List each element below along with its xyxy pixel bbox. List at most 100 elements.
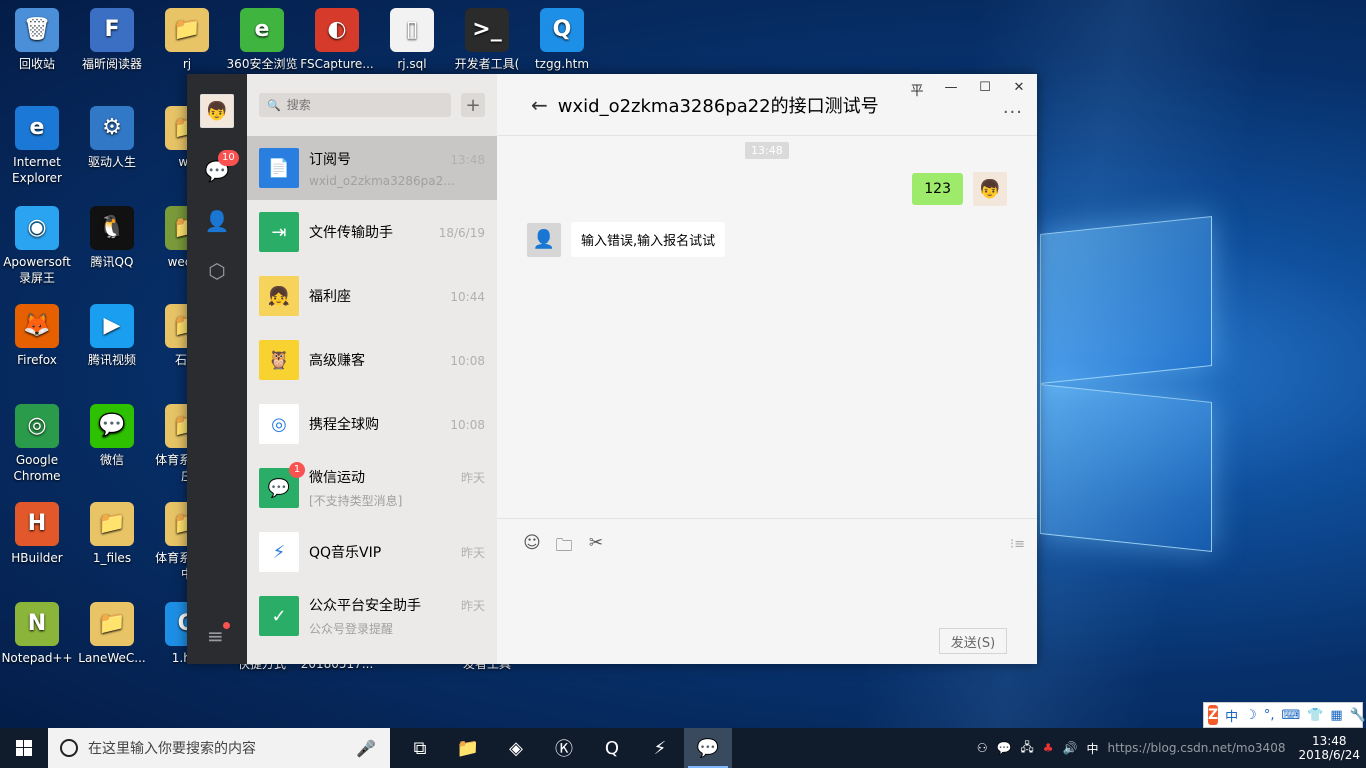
taskbar-task-view[interactable]: ⧉	[396, 728, 444, 768]
chat-avatar: ⚡	[259, 532, 299, 572]
ime-language-toggle[interactable]: 中	[1225, 706, 1238, 725]
received-message-bubble[interactable]: 输入错误,输入报名试试	[571, 222, 726, 257]
clock[interactable]: 13:48 2018/6/24	[1298, 734, 1360, 762]
send-button[interactable]: 发送(S)	[939, 628, 1007, 654]
chat-nav-icon[interactable]: 💬 10	[204, 150, 239, 184]
start-button[interactable]	[0, 728, 48, 768]
conversation-header: ← wxid_o2zkma3286pa22的接口测试号 平 — ☐ ✕ ···	[497, 74, 1037, 136]
taskbar-wechat-app[interactable]: 💬	[684, 728, 732, 768]
sogou-logo-icon[interactable]: Z	[1208, 705, 1219, 725]
favorites-nav-icon[interactable]: ⬡	[204, 258, 230, 284]
chat-list-item[interactable]: 💬 1 微信运动 昨天 [不支持类型消息]	[247, 456, 497, 520]
desktop-icon[interactable]: Qtzgg.htm	[525, 2, 599, 72]
skin-icon[interactable]: 👕	[1307, 708, 1323, 723]
minimize-button[interactable]: —	[941, 80, 961, 99]
desktop-app-icon: ▶	[90, 304, 134, 348]
desktop-icon[interactable]: ▯ rj.sql	[375, 2, 449, 72]
desktop-icon[interactable]: ◐ FSCapture...	[300, 2, 374, 72]
desktop-icon[interactable]: 💬 微信	[75, 398, 149, 468]
desktop-icon[interactable]: >_ 开发者工具(	[450, 2, 524, 72]
desktop-icon[interactable]: H HBuilder	[0, 496, 74, 566]
chat-avatar-icon: ◎	[271, 413, 287, 435]
pin-icon[interactable]: 平	[907, 80, 927, 99]
desktop-icon[interactable]: 🐧 腾讯QQ	[75, 200, 149, 270]
search-icon: 🔍	[267, 98, 281, 112]
chat-list-item[interactable]: ◎ 携程全球购 10:08	[247, 392, 497, 456]
taskbar-file-explorer[interactable]: 📁	[444, 728, 492, 768]
clock-date: 2018/6/24	[1298, 748, 1360, 762]
chat-name: 携程全球购	[309, 417, 379, 433]
sent-message-bubble[interactable]: 123	[912, 173, 963, 205]
back-arrow-icon[interactable]: ←	[531, 93, 548, 117]
chat-list-item[interactable]: 👧 福利座 10:44	[247, 264, 497, 328]
keyboard-icon[interactable]: ⌨	[1281, 708, 1300, 723]
more-options-icon[interactable]: ···	[1003, 102, 1023, 123]
desktop-icon[interactable]: 🗑 回收站	[0, 2, 74, 72]
chat-name: 文件传输助手	[309, 225, 393, 241]
app-tray-icon[interactable]: ♣	[1043, 741, 1054, 755]
desktop-icon[interactable]: F 福昕阅读器	[75, 2, 149, 72]
chat-list-panel: 🔍 + 📄 订阅号 13:48 wxid_o2zkma3286pa2... ⇥ 文件传输助…	[247, 74, 497, 664]
scissors-icon[interactable]: ✂	[587, 533, 605, 562]
conversation-panel: ← wxid_o2zkma3286pa22的接口测试号 平 — ☐ ✕ ··· …	[497, 74, 1037, 664]
chat-avatar: 📄	[259, 148, 299, 188]
chat-name: 微信运动	[309, 470, 365, 486]
desktop-icon[interactable]: ▶ 腾讯视频	[75, 298, 149, 368]
desktop-icon[interactable]: 🦊 Firefox	[0, 298, 74, 368]
taskbar-game-app[interactable]: ◈	[492, 728, 540, 768]
people-icon[interactable]: ⚇	[977, 741, 988, 755]
network-tray-icon[interactable]: 🖧	[1020, 738, 1033, 759]
chat-avatar-icon: 👧	[267, 285, 291, 307]
close-button[interactable]: ✕	[1009, 80, 1029, 99]
desktop-icon-label: LaneWeC...	[78, 651, 146, 665]
taskbar-thunder-app[interactable]: ⚡	[636, 728, 684, 768]
chat-list-item[interactable]: 📄 订阅号 13:48 wxid_o2zkma3286pa2...	[247, 136, 497, 200]
chat-avatar: ✓	[259, 596, 299, 636]
grid-icon[interactable]: ▦	[1330, 708, 1342, 723]
maximize-button[interactable]: ☐	[975, 80, 995, 99]
desktop-icon[interactable]: ◉ Apowersoft 录屏王	[0, 200, 74, 286]
menu-icon[interactable]: ≡	[207, 622, 230, 648]
taskbar-browser-app[interactable]: Q	[588, 728, 636, 768]
search-input[interactable]	[286, 98, 437, 112]
desktop-icon-label: 驱动人生	[87, 155, 136, 169]
desktop-icon-label: Apowersoft 录屏王	[3, 255, 71, 285]
chat-list-item[interactable]: ✓ 公众平台安全助手 昨天 公众号登录提醒	[247, 584, 497, 648]
taskbar-k-app[interactable]: Ⓚ	[540, 728, 588, 768]
desktop-app-icon: 💬	[90, 404, 134, 448]
folder-icon[interactable]: 🗀	[555, 533, 573, 562]
desktop-app-icon: 🐧	[90, 206, 134, 250]
contact-message-avatar[interactable]: 👤	[527, 222, 561, 257]
message-composer[interactable]: ☺ 🗀 ✂ ⁝≡ 发送(S)	[497, 518, 1037, 664]
wrench-icon[interactable]: 🔧	[1350, 708, 1366, 723]
taskbar-search[interactable]: 在这里输入你要搜索的内容 🎤	[48, 728, 390, 768]
wechat-tray-icon[interactable]: 💬	[996, 741, 1011, 755]
chat-list-item[interactable]: ⚡ QQ音乐VIP 昨天	[247, 520, 497, 584]
search-box[interactable]: 🔍	[259, 93, 451, 117]
desktop-icon[interactable]: e Internet Explorer	[0, 100, 74, 186]
punctuation-icon[interactable]: °,	[1264, 708, 1275, 723]
chat-preview: wxid_o2zkma3286pa2...	[309, 173, 455, 188]
desktop-icon[interactable]: 📁 1_files	[75, 496, 149, 566]
desktop-icon[interactable]: ◎ Google Chrome	[0, 398, 74, 484]
chat-avatar: ⇥	[259, 212, 299, 252]
microphone-icon[interactable]: 🎤	[356, 739, 376, 758]
contacts-nav-icon[interactable]: 👤	[204, 208, 230, 234]
my-avatar[interactable]: 👦	[200, 94, 234, 128]
desktop-icon[interactable]: 📁 rj	[150, 2, 224, 72]
desktop-icon[interactable]: ⚙ 驱动人生	[75, 100, 149, 170]
chat-list-item[interactable]: 🦉 高级赚客 10:08	[247, 328, 497, 392]
ime-tray-language[interactable]: 中	[1087, 740, 1099, 757]
my-message-avatar[interactable]: 👦	[973, 172, 1007, 206]
moon-icon[interactable]: ☽	[1245, 708, 1257, 723]
desktop-icon[interactable]: e 360安全浏览	[225, 2, 299, 72]
emoji-icon[interactable]: ☺	[523, 533, 541, 562]
chat-list-item[interactable]: ⇥ 文件传输助手 18/6/19	[247, 200, 497, 264]
desktop-icon[interactable]: N Notepad++	[0, 596, 74, 666]
desktop-app-icon: ▯	[390, 8, 434, 52]
desktop-icon-label: 开发者工具(	[454, 57, 520, 71]
volume-tray-icon[interactable]: 🔊	[1063, 741, 1078, 755]
chat-history-icon[interactable]: ⁝≡	[1010, 537, 1025, 552]
desktop-icon[interactable]: 📁 LaneWeC...	[75, 596, 149, 666]
start-chat-button[interactable]: +	[461, 93, 485, 117]
